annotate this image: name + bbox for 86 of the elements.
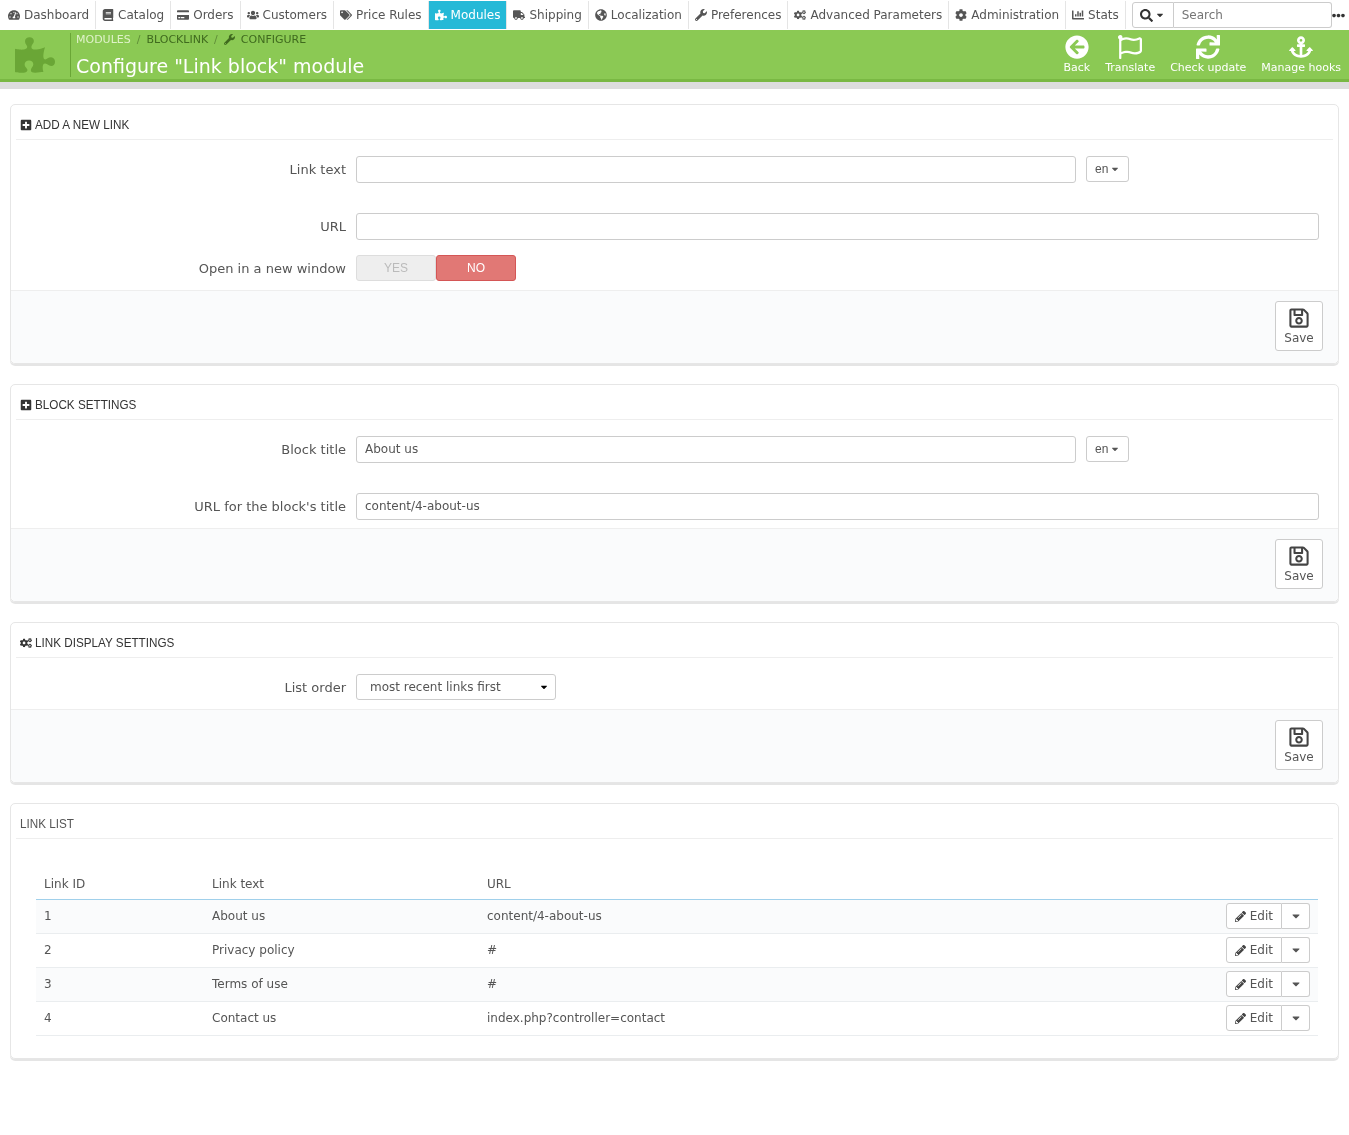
column-header: URL — [479, 859, 1033, 899]
nav-tab[interactable]: Shipping — [507, 1, 589, 29]
gear-icon — [955, 9, 968, 21]
text-field[interactable] — [356, 212, 1319, 240]
wrench-icon — [694, 9, 707, 21]
field-label: Open in a new window — [197, 260, 347, 276]
dropdown-button[interactable] — [1282, 971, 1310, 997]
search-field[interactable]: Search — [1173, 2, 1332, 28]
dropdown-button[interactable] — [1282, 1005, 1310, 1031]
search-type-button[interactable] — [1131, 2, 1174, 28]
nav-tab[interactable]: Administration — [949, 1, 1067, 29]
table-cell: Contact us — [204, 1001, 479, 1035]
nav-tab[interactable]: Dashboard — [2, 1, 97, 29]
bar-chart-icon — [1072, 9, 1085, 21]
edit-button[interactable]: Edit — [1225, 903, 1282, 929]
field-label: URL for the block's title — [193, 498, 347, 514]
pencil-icon — [1234, 1012, 1246, 1024]
truck-icon — [513, 9, 526, 21]
users-icon — [246, 9, 259, 21]
table-cell: About us — [204, 899, 479, 933]
pencil-icon — [1234, 910, 1246, 922]
save-icon — [1288, 726, 1310, 748]
book-icon — [102, 9, 115, 21]
edit-button[interactable]: Edit — [1225, 1005, 1282, 1031]
panel-title: LINK LIST — [20, 816, 74, 831]
breadcrumb-separator: / — [136, 32, 141, 46]
field-label: Block title — [280, 441, 347, 457]
table-cell: 1 — [36, 899, 204, 933]
nav-tab[interactable]: Orders — [171, 1, 241, 29]
pencil-icon — [1234, 978, 1246, 990]
save-icon — [1288, 545, 1310, 567]
globe-icon — [594, 9, 607, 21]
table-cell: 4 — [36, 1001, 204, 1035]
text-field[interactable]: About us — [356, 435, 1076, 463]
language-dropdown[interactable]: en — [1086, 156, 1130, 182]
pencil-icon — [1234, 944, 1246, 956]
edit-button[interactable]: Edit — [1225, 971, 1282, 997]
table-cell: 3 — [36, 967, 204, 1001]
arrow-left-icon — [1064, 35, 1089, 59]
nav-tab[interactable]: Price Rules — [334, 1, 429, 29]
card-icon — [177, 9, 190, 21]
nav-tab[interactable]: Preferences — [688, 1, 789, 29]
table-cell: content/4-about-us — [479, 899, 1033, 933]
table-cell: 2 — [36, 933, 204, 967]
nav-tab[interactable]: Advanced Parameters — [788, 1, 950, 29]
dashboard-icon — [8, 9, 20, 21]
save-button[interactable]: Save — [1275, 301, 1323, 351]
flag-icon — [1118, 35, 1143, 59]
table-cell: Privacy policy — [204, 933, 479, 967]
save-button[interactable]: Save — [1275, 539, 1323, 589]
column-header: Link text — [204, 859, 479, 899]
page-title: Configure "Link block" module — [76, 54, 365, 77]
language-dropdown[interactable]: en — [1086, 436, 1130, 462]
anchor-icon — [1289, 35, 1314, 59]
field-label: URL — [319, 218, 347, 234]
nav-tab[interactable]: Catalog — [96, 1, 172, 29]
gears-icon — [794, 9, 807, 21]
nav-tab[interactable]: Stats — [1066, 1, 1126, 29]
table-cell: Terms of use — [204, 967, 479, 1001]
puzzle-icon — [15, 34, 55, 75]
nav-tab[interactable]: Localization — [588, 1, 689, 29]
text-field[interactable] — [356, 155, 1076, 183]
text-field[interactable]: content/4-about-us — [356, 492, 1319, 520]
table-cell: # — [479, 967, 1033, 1001]
dropdown-button[interactable] — [1282, 903, 1310, 929]
column-header: Link ID — [36, 859, 204, 899]
nav-tab[interactable]: Customers — [240, 1, 335, 29]
table-cell: # — [479, 933, 1033, 967]
tags-icon — [340, 9, 353, 21]
panel-title: LINK DISPLAY SETTINGS — [35, 635, 175, 650]
panel-title: ADD A NEW LINK — [35, 117, 130, 132]
save-button[interactable]: Save — [1275, 720, 1323, 770]
gears-icon — [20, 636, 32, 649]
puzzle-icon — [434, 9, 447, 21]
search-icon — [1140, 8, 1154, 22]
field-label: List order — [283, 679, 347, 695]
wrench-icon — [223, 33, 235, 45]
field-label: Link text — [288, 161, 347, 177]
select-field[interactable]: most recent links first — [356, 674, 556, 700]
panel-title: BLOCK SETTINGS — [35, 397, 137, 412]
dropdown-button[interactable] — [1282, 937, 1310, 963]
edit-button[interactable]: Edit — [1225, 937, 1282, 963]
save-icon — [1288, 307, 1310, 329]
breadcrumb-separator: / — [214, 32, 218, 46]
refresh-icon — [1196, 35, 1221, 59]
table-cell: index.php?controller=contact — [479, 1001, 1033, 1035]
